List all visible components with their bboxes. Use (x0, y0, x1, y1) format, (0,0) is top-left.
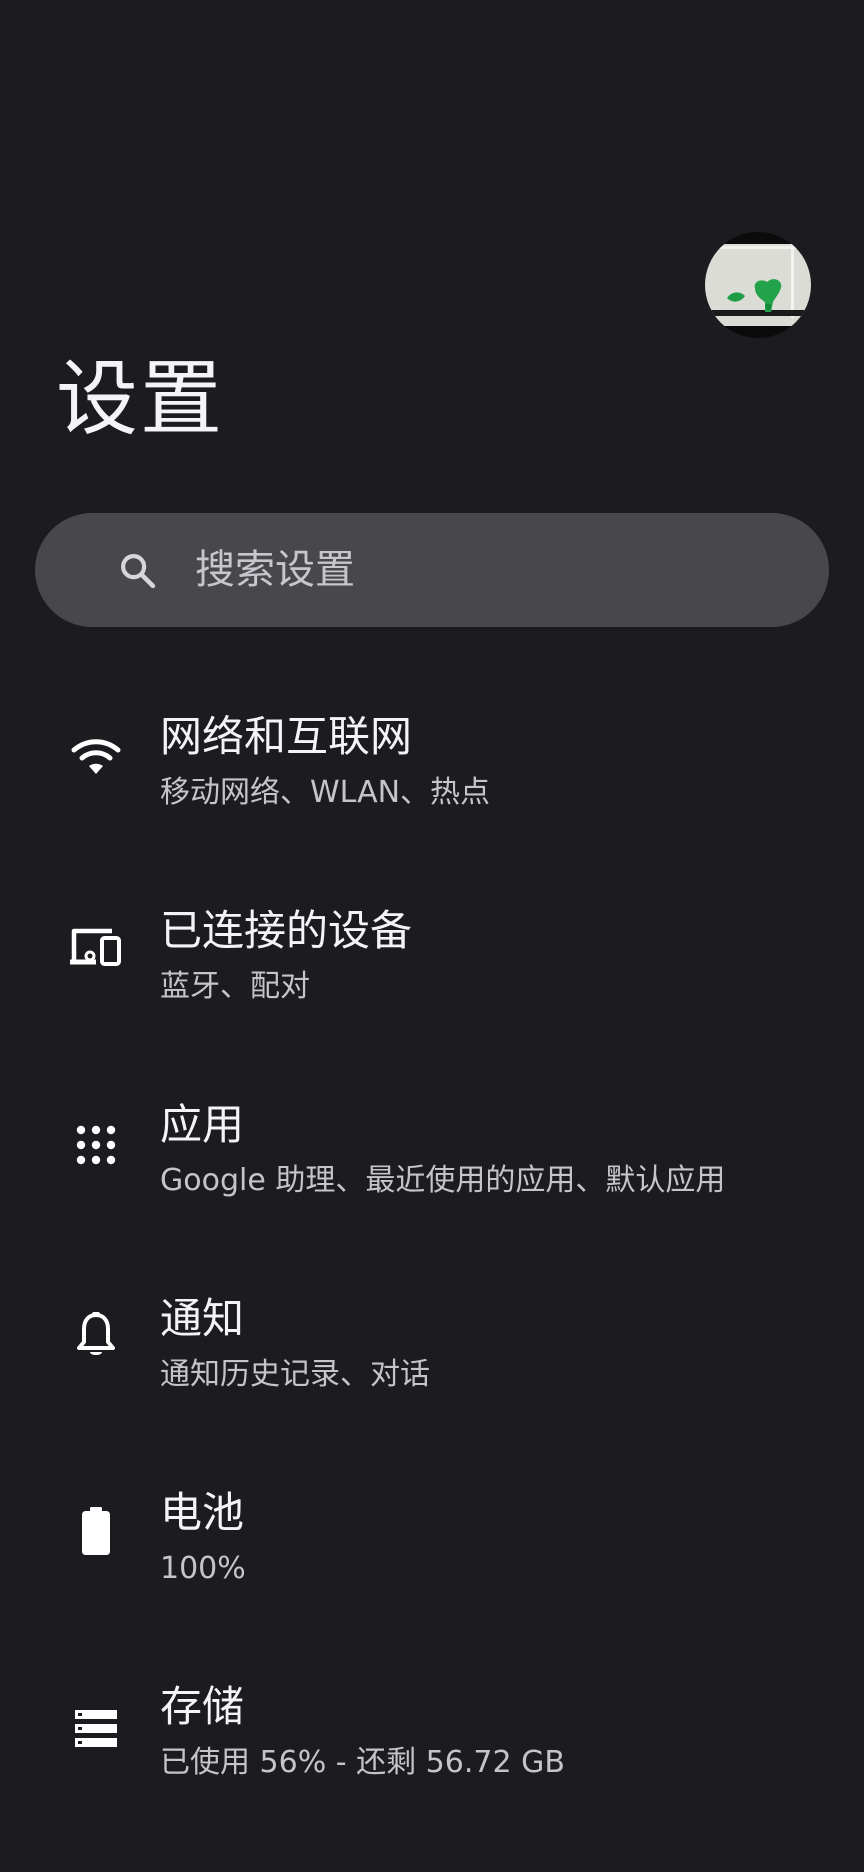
page-title: 设置 (56, 352, 225, 447)
settings-item-title: 网络和互联网 (160, 712, 413, 761)
apps-grid-icon (70, 1119, 122, 1171)
settings-item-title: 已连接的设备 (160, 906, 413, 955)
settings-list: 网络和互联网 移动网络、WLAN、热点 已连接的设备 蓝牙、配对 应用 Goog… (0, 685, 864, 1849)
search-bar[interactable]: 搜索设置 (35, 513, 829, 627)
search-icon (121, 554, 156, 589)
settings-item-apps[interactable]: 应用 Google 助理、最近使用的应用、默认应用 (0, 1073, 864, 1267)
settings-item-notifications[interactable]: 通知 通知历史记录、对话 (0, 1267, 864, 1461)
account-avatar[interactable] (705, 232, 811, 338)
settings-item-subtitle: Google 助理、最近使用的应用、默认应用 (160, 1163, 726, 1198)
battery-icon (70, 1505, 122, 1557)
connected-devices-icon (70, 921, 122, 973)
settings-item-subtitle: 移动网络、WLAN、热点 (160, 775, 491, 810)
settings-item-network[interactable]: 网络和互联网 移动网络、WLAN、热点 (0, 685, 864, 879)
storage-icon (70, 1703, 122, 1755)
settings-item-subtitle: 已使用 56% - 还剩 56.72 GB (160, 1745, 565, 1780)
settings-item-battery[interactable]: 电池 100% (0, 1461, 864, 1655)
settings-item-title: 存储 (160, 1682, 245, 1731)
search-placeholder: 搜索设置 (195, 547, 355, 593)
avatar-photo-icon (705, 244, 811, 326)
wifi-icon (70, 731, 122, 783)
settings-item-title: 应用 (160, 1100, 245, 1149)
settings-item-subtitle: 蓝牙、配对 (160, 969, 310, 1004)
settings-item-storage[interactable]: 存储 已使用 56% - 还剩 56.72 GB (0, 1655, 864, 1849)
bell-icon (70, 1309, 122, 1361)
settings-screen: 设置 搜索设置 网络和互联网 移动网络、WLAN、热点 已连接的设备 蓝牙、配对… (0, 0, 864, 1872)
settings-item-subtitle: 通知历史记录、对话 (160, 1357, 430, 1392)
settings-item-title: 电池 (160, 1488, 245, 1537)
settings-item-connected-devices[interactable]: 已连接的设备 蓝牙、配对 (0, 879, 864, 1073)
settings-item-subtitle: 100% (160, 1551, 246, 1586)
settings-item-title: 通知 (160, 1294, 245, 1343)
